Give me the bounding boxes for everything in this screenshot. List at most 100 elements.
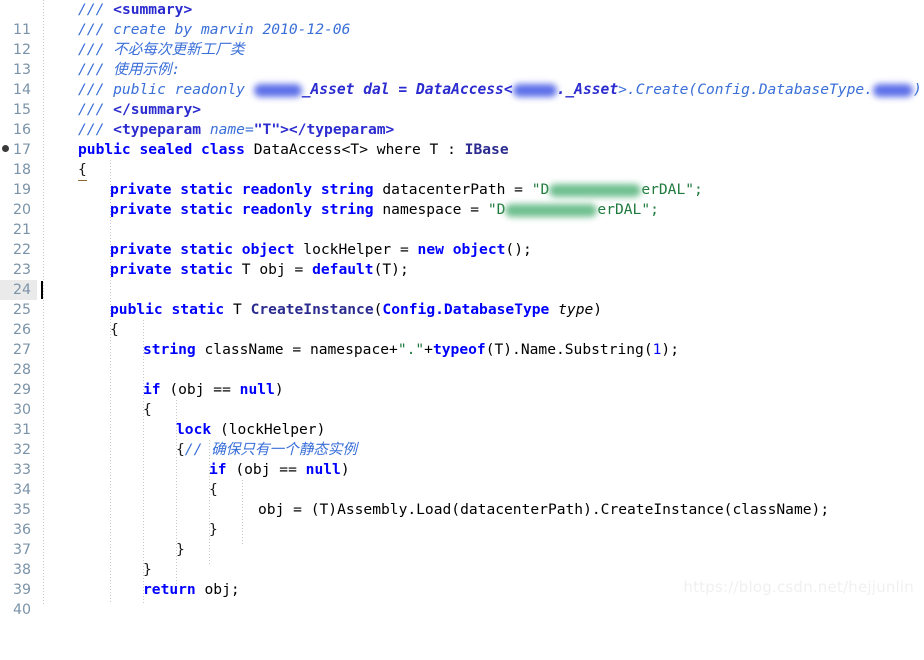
- keyword-if: if: [143, 381, 161, 398]
- code-line[interactable]: 30 if (obj == null): [0, 380, 924, 418]
- line-content[interactable]: {: [110, 320, 119, 340]
- code-line[interactable]: 26 public static T CreateInstance(Config…: [0, 300, 924, 338]
- code-line[interactable]: 27 {: [0, 320, 924, 358]
- code-line[interactable]: 28 string className = namespace+"."+type…: [0, 340, 924, 378]
- code-line[interactable]: 12 /// create by marvin 2010-12-06: [0, 20, 924, 58]
- xml-doc-tag: <typeparam: [113, 121, 210, 138]
- line-content[interactable]: private static T obj = default(T);: [110, 260, 409, 280]
- line-content[interactable]: /// 使用示例:: [78, 60, 180, 80]
- string-literal: "D: [531, 181, 550, 198]
- line-content[interactable]: }: [176, 540, 185, 560]
- string-literal: erDAL";: [641, 181, 703, 198]
- comment-text: /// public readonly: [78, 81, 254, 98]
- line-content[interactable]: lock (lockHelper): [176, 420, 325, 440]
- code-line[interactable]: 20 private static readonly string datace…: [0, 180, 924, 218]
- keyword-lock: lock: [176, 421, 212, 438]
- class-name: DataAccess<T>: [253, 141, 368, 158]
- code-line[interactable]: 34 if (obj == null): [0, 460, 924, 498]
- comment-text: ): [912, 81, 922, 98]
- code-text-area[interactable]: 11 /// <summary> 12 /// create by marvin…: [0, 0, 924, 618]
- inline-comment: // 确保只有一个静态实例: [184, 441, 358, 458]
- line-content[interactable]: /// <typeparam name="T"></typeparam>: [78, 120, 394, 140]
- line-content[interactable]: }: [143, 560, 152, 580]
- line-content[interactable]: {: [209, 480, 218, 500]
- line-content[interactable]: /// <summary>: [78, 0, 192, 20]
- line-content[interactable]: if (obj == null): [209, 460, 350, 480]
- line-content[interactable]: {: [78, 160, 87, 181]
- watermark: https://blog.csdn.net/hejjunlin: [683, 578, 914, 596]
- line-tail: (T);: [373, 261, 409, 278]
- keyword-null: null: [305, 461, 341, 478]
- type-object: object: [452, 241, 506, 258]
- comment-bold-text: ._Asset: [556, 81, 619, 98]
- parameter-type: Config.DatabaseType: [382, 301, 550, 318]
- string-literal: ".": [397, 341, 425, 358]
- open-brace: {: [176, 441, 185, 458]
- line-content[interactable]: {: [143, 400, 152, 420]
- keyword-null: null: [239, 381, 275, 398]
- code-line[interactable]: 24 private static T obj = default(T);: [0, 260, 924, 298]
- comment-text: >.Create(Config.DatabaseType.: [618, 81, 873, 98]
- line-content[interactable]: /// create by marvin 2010-12-06: [78, 20, 350, 40]
- line-content[interactable]: {// 确保只有一个静态实例: [176, 440, 357, 460]
- keyword-if: if: [209, 461, 227, 478]
- line-content[interactable]: /// 不必每次更新工厂类: [78, 40, 245, 60]
- code-line[interactable]: 11 /// <summary>: [0, 0, 924, 38]
- code-line[interactable]: 36 obj = (T)Assembly.Load(datacenterPath…: [0, 500, 924, 538]
- keyword-typeof: typeof: [432, 341, 486, 358]
- line-content[interactable]: string className = namespace+"."+typeof(…: [143, 340, 679, 360]
- line-content[interactable]: private static object lockHelper = new o…: [110, 240, 532, 260]
- line-content[interactable]: public sealed class DataAccess<T> where …: [78, 140, 509, 160]
- code-line[interactable]: 35 {: [0, 480, 924, 518]
- code-line[interactable]: 15 /// public readonly _Asset dal = Data…: [0, 80, 924, 118]
- variable-name: datacenterPath =: [373, 181, 532, 198]
- expression: className = namespace+: [195, 341, 398, 358]
- line-content[interactable]: private static readonly string datacente…: [110, 180, 703, 200]
- code-line[interactable]: 18 public sealed class DataAccess<T> whe…: [0, 140, 924, 178]
- expression: (T).Name.Substring(: [485, 341, 653, 358]
- line-number: 40: [12, 602, 31, 618]
- code-editor[interactable]: 11 /// <summary> 12 /// create by marvin…: [0, 0, 924, 618]
- modifier-keywords: private static readonly string: [110, 181, 374, 198]
- line-content[interactable]: obj = (T)Assembly.Load(datacenterPath).C…: [258, 500, 829, 520]
- xml-doc-tag: <summary>: [113, 1, 193, 18]
- code-line[interactable]: 13 /// 不必每次更新工厂类: [0, 40, 924, 78]
- line-content[interactable]: /// </summary>: [78, 100, 201, 120]
- code-line[interactable]: 19 {: [0, 160, 924, 198]
- code-line[interactable]: 14 /// 使用示例:: [0, 60, 924, 98]
- redacted-text: [505, 204, 598, 217]
- modifier-keywords: private static readonly string: [110, 201, 374, 218]
- code-line[interactable]: 29: [0, 360, 924, 398]
- code-line[interactable]: 31 {: [0, 400, 924, 438]
- code-line[interactable]: 37 }: [0, 520, 924, 558]
- line-content[interactable]: public static T CreateInstance(Config.Da…: [110, 300, 602, 320]
- line-content[interactable]: }: [209, 520, 218, 540]
- code-line[interactable]: 39 }: [0, 560, 924, 598]
- code-line[interactable]: 21 private static readonly string namesp…: [0, 200, 924, 238]
- line-content[interactable]: private static readonly string namespace…: [110, 200, 659, 220]
- xml-doc-tag: </summary>: [113, 101, 202, 118]
- generic-constraint: where T :: [376, 141, 465, 158]
- line-content[interactable]: if (obj == null): [143, 380, 284, 400]
- code-line[interactable]: 22: [0, 220, 924, 258]
- line-tail: );: [661, 341, 679, 358]
- variable-name: lockHelper =: [294, 241, 418, 258]
- code-line[interactable]: 16 /// </summary>: [0, 100, 924, 138]
- code-line[interactable]: 33 {// 确保只有一个静态实例: [0, 440, 924, 478]
- line-content[interactable]: return obj;: [143, 580, 240, 600]
- comment-bold-text: _Asset dal = DataAccess<: [301, 81, 513, 98]
- keyword-sealed: sealed: [139, 141, 193, 158]
- variable-name: T obj =: [233, 261, 313, 278]
- code-line[interactable]: 23 private static object lockHelper = ne…: [0, 240, 924, 278]
- line-content[interactable]: /// public readonly _Asset dal = DataAcc…: [78, 80, 922, 100]
- comment-slashes: ///: [78, 1, 114, 18]
- keyword-return: return: [143, 581, 196, 598]
- redacted-text: [512, 84, 557, 97]
- condition: (obj ==: [226, 461, 306, 478]
- code-line[interactable]: 38 }: [0, 540, 924, 578]
- modifier-keywords: public static: [110, 301, 225, 318]
- keyword-class: class: [201, 141, 245, 158]
- code-line[interactable]: 17 /// <typeparam name="T"></typeparam>: [0, 120, 924, 158]
- code-line[interactable]: 32 lock (lockHelper): [0, 420, 924, 458]
- code-line-current[interactable]: 25: [0, 280, 924, 318]
